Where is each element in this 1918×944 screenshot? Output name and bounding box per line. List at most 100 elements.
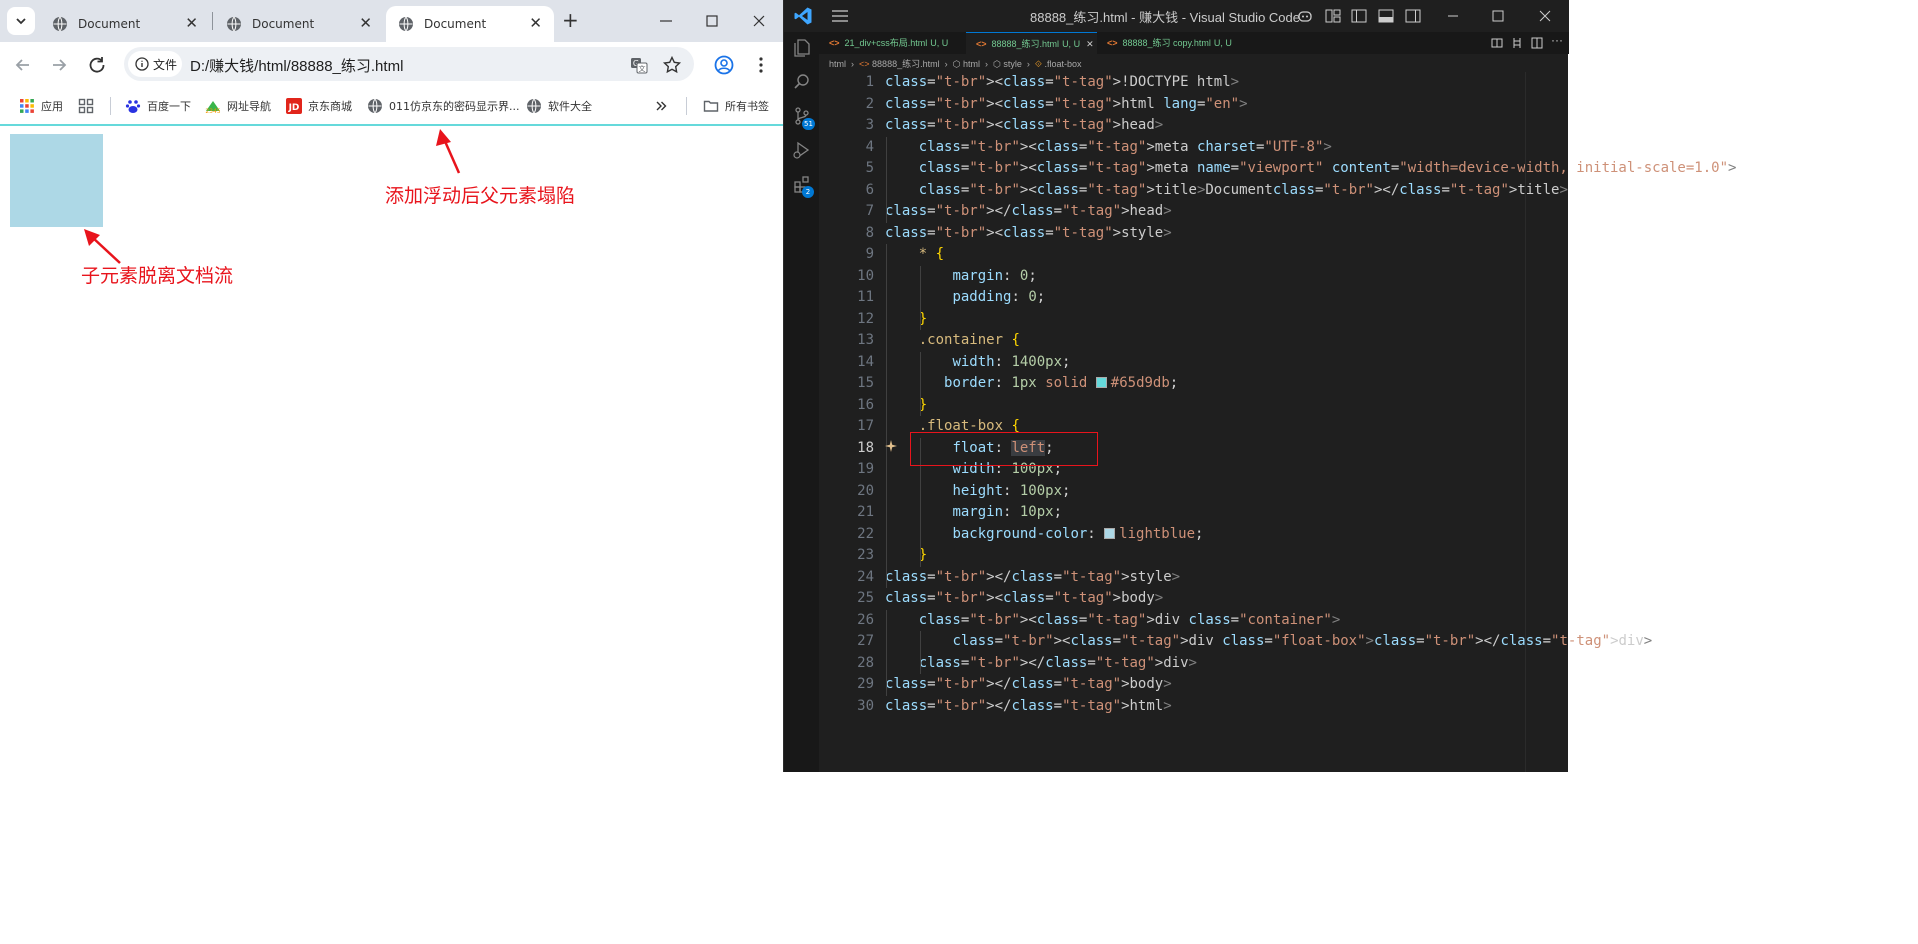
globe-icon xyxy=(399,16,413,32)
code-line[interactable]: class="t-br"><class="t-tag">meta charset… xyxy=(885,137,1332,159)
code-line[interactable]: background-color: lightblue; xyxy=(885,524,1203,546)
color-swatch[interactable] xyxy=(1104,527,1116,539)
line-number: 8 xyxy=(865,224,874,241)
close-tab-icon[interactable]: ✕ xyxy=(529,15,542,31)
bookmark-apps[interactable]: 应用 xyxy=(19,97,63,115)
code-line[interactable]: class="t-br"></class="t-tag">div> xyxy=(885,653,1197,675)
minimize-icon[interactable] xyxy=(1444,7,1462,25)
code-line[interactable]: } xyxy=(885,395,927,417)
open-preview-icon[interactable] xyxy=(1491,37,1503,49)
code-line[interactable]: class="t-br"><class="t-tag">title>Docume… xyxy=(885,180,1568,202)
code-line[interactable]: margin: 10px; xyxy=(885,502,1062,524)
apps-grid-icon xyxy=(20,99,34,113)
profile-avatar-icon[interactable] xyxy=(711,52,737,78)
breadcrumb-item[interactable]: 88888_练习.html xyxy=(872,59,940,69)
bookmark-jd[interactable]: JD 京东商城 xyxy=(286,97,352,115)
toggle-primary-sidebar-icon[interactable] xyxy=(1350,7,1368,25)
code-line[interactable]: class="t-br"></class="t-tag">body> xyxy=(885,674,1172,696)
code-line[interactable]: padding: 0; xyxy=(885,287,1045,309)
globe-icon xyxy=(527,98,541,114)
bookmark-tab-groups[interactable] xyxy=(78,97,100,115)
toggle-secondary-sidebar-icon[interactable] xyxy=(1404,7,1422,25)
tab-search-button[interactable] xyxy=(7,7,35,35)
code-line[interactable]: height: 100px; xyxy=(885,481,1070,503)
customize-layout-icon[interactable] xyxy=(1324,7,1342,25)
code-line[interactable]: class="t-br"><class="t-tag">style> xyxy=(885,223,1172,245)
vscode-titlebar: 88888_练习.html - 赚大钱 - Visual Studio Code xyxy=(784,0,1569,32)
window-title: 88888_练习.html - 赚大钱 - Visual Studio Code xyxy=(1030,10,1300,25)
more-menu-icon[interactable] xyxy=(748,52,774,78)
bookmark-011[interactable]: 011仿京东的密码显示界... xyxy=(367,97,520,115)
browser-tab-3-active[interactable]: Document ✕ xyxy=(386,6,554,42)
url-text[interactable]: D:/赚大钱/html/88888_练习.html xyxy=(190,55,403,76)
search-icon[interactable] xyxy=(792,72,812,92)
address-bar[interactable]: 文件 D:/赚大钱/html/88888_练习.html G文 xyxy=(124,47,694,81)
code-line[interactable]: * { xyxy=(885,244,944,266)
more-actions-icon[interactable]: ··· xyxy=(1551,33,1563,47)
code-line[interactable]: class="t-br"><class="t-tag">meta name="v… xyxy=(885,158,1737,180)
translate-icon[interactable]: G文 xyxy=(629,55,649,75)
editor-tab-div-css[interactable]: <> 21_div+css布局.html U, U xyxy=(819,32,966,54)
close-tab-icon[interactable]: ✕ xyxy=(1086,39,1094,49)
all-bookmarks-button[interactable]: 所有书签 xyxy=(703,97,769,115)
close-window-icon[interactable] xyxy=(1536,7,1554,25)
sparkle-icon[interactable] xyxy=(885,440,897,452)
editor-scrollbar-track[interactable] xyxy=(1525,72,1526,772)
indent-guide xyxy=(919,265,921,330)
browser-tab-1[interactable]: Document ✕ xyxy=(40,6,210,42)
back-arrow-icon[interactable] xyxy=(10,52,36,78)
line-number: 3 xyxy=(865,117,874,133)
code-line[interactable]: class="t-br"><class="t-tag">body> xyxy=(885,588,1163,610)
bookmark-2345[interactable]: 2345 网址导航 xyxy=(205,97,271,115)
code-line[interactable]: class="t-br"><class="t-tag">div class="c… xyxy=(885,610,1341,632)
bookmark-software[interactable]: 软件大全 xyxy=(526,97,592,115)
minimize-icon[interactable] xyxy=(654,9,678,33)
split-editor-icon[interactable] xyxy=(1531,37,1543,49)
editor-tab-active[interactable]: <> 88888_练习.html U, U ✕ xyxy=(966,32,1097,54)
forward-arrow-icon[interactable] xyxy=(46,52,72,78)
close-window-icon[interactable] xyxy=(747,9,771,33)
all-bookmarks-label: 所有书签 xyxy=(725,100,769,113)
site-info-chip[interactable]: 文件 xyxy=(128,51,182,77)
reload-icon[interactable] xyxy=(84,52,110,78)
compare-icon[interactable] xyxy=(1511,37,1523,49)
close-tab-icon[interactable]: ✕ xyxy=(359,15,372,31)
code-line[interactable]: border: 1px solid #65d9db; xyxy=(885,373,1178,395)
maximize-icon[interactable] xyxy=(700,9,724,33)
code-line[interactable]: class="t-br"></class="t-tag">html> xyxy=(885,696,1172,718)
menu-hamburger-icon[interactable] xyxy=(831,8,849,24)
toggle-panel-icon[interactable] xyxy=(1377,7,1395,25)
bookmark-star-icon[interactable] xyxy=(662,55,682,75)
bookmarks-overflow-button[interactable] xyxy=(655,97,667,115)
code-line[interactable]: } xyxy=(885,309,927,331)
close-tab-icon[interactable]: ✕ xyxy=(185,15,198,31)
code-line[interactable]: class="t-br"></class="t-tag">head> xyxy=(885,201,1172,223)
breadcrumb-item[interactable]: html xyxy=(829,59,846,69)
code-line[interactable]: class="t-br"><class="t-tag">!DOCTYPE htm… xyxy=(885,72,1239,94)
explorer-icon[interactable] xyxy=(792,38,812,58)
browser-tab-2[interactable]: Document ✕ xyxy=(214,6,384,42)
code-line[interactable]: class="t-br"><class="t-tag">head> xyxy=(885,115,1163,137)
code-line[interactable]: class="t-br"></class="t-tag">style> xyxy=(885,567,1180,589)
code-line[interactable]: class="t-br"><class="t-tag">div class="f… xyxy=(885,631,1652,653)
code-line[interactable]: margin: 0; xyxy=(885,266,1036,288)
maximize-icon[interactable] xyxy=(1489,7,1507,25)
code-editor[interactable]: 1 2 3 4 5 6 7 8 9 10 11 12 13 14 15 16 17 18 19 20 21 22 23 24 2… xyxy=(819,72,1736,772)
code-line[interactable]: .container { xyxy=(885,330,1020,352)
copilot-icon[interactable] xyxy=(1296,7,1314,25)
code-line[interactable]: class="t-br"><class="t-tag">html lang="e… xyxy=(885,94,1248,116)
color-swatch[interactable] xyxy=(1095,377,1107,388)
editor-tab-copy[interactable]: <> 88888_练习 copy.html U, U xyxy=(1097,32,1247,54)
editor-tab-label: 88888_练习.html xyxy=(991,39,1060,49)
breadcrumb-item[interactable]: style xyxy=(1003,59,1022,69)
new-tab-button[interactable]: + xyxy=(562,10,579,30)
run-debug-icon[interactable] xyxy=(792,140,812,160)
code-line[interactable]: } xyxy=(885,545,927,567)
line-number: 10 xyxy=(857,267,874,284)
line-number: 15 xyxy=(857,375,874,391)
line-number: 27 xyxy=(857,633,874,649)
bookmark-baidu[interactable]: 百度一下 xyxy=(125,97,191,115)
breadcrumb-item[interactable]: html xyxy=(963,59,980,69)
breadcrumb-item[interactable]: .float-box xyxy=(1044,59,1081,69)
code-line[interactable]: width: 1400px; xyxy=(885,352,1070,374)
